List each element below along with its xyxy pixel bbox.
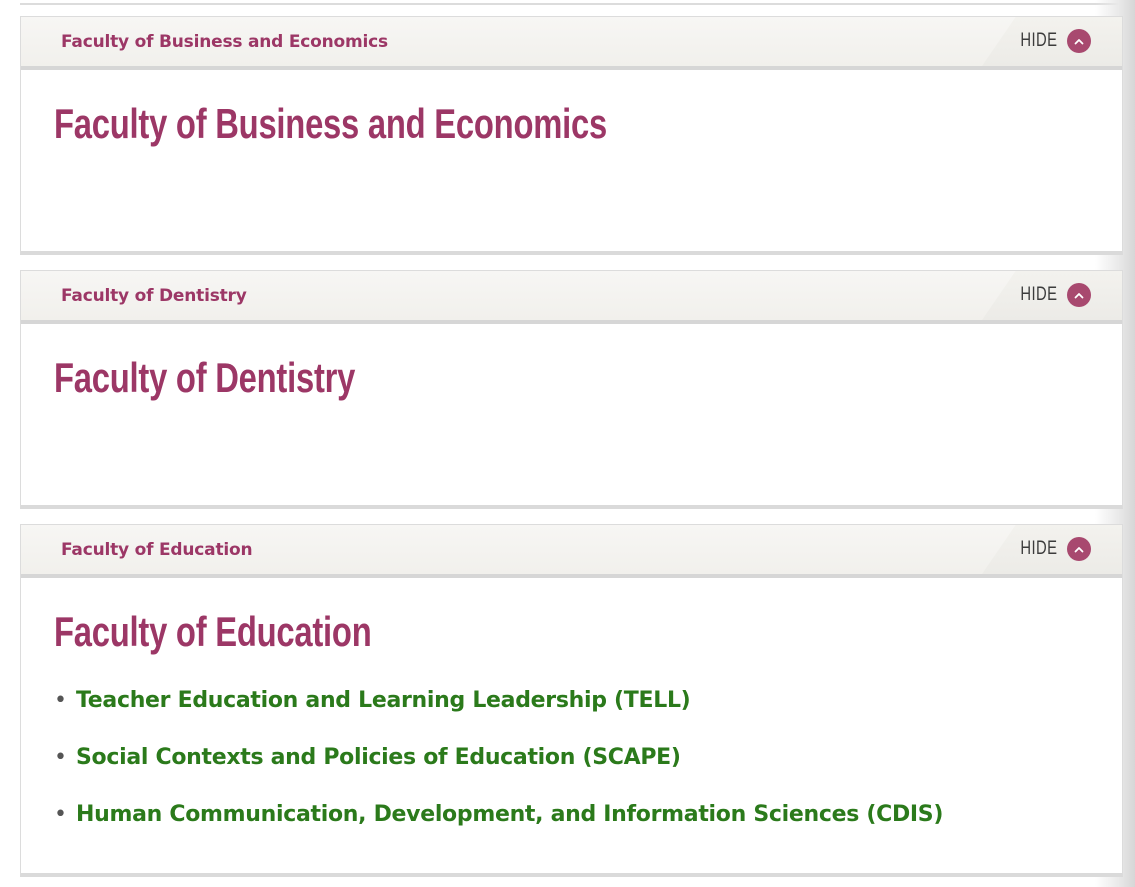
panel-heading: Faculty of Dentistry [54,354,356,401]
panel-header-title[interactable]: Faculty of Dentistry [61,286,247,306]
program-link-scape[interactable]: Social Contexts and Policies of Educatio… [76,743,681,773]
previous-panel-edge [20,0,1123,5]
program-link-cdis[interactable]: Human Communication, Development, and In… [76,800,943,830]
hide-label[interactable]: HIDE [1020,538,1057,560]
panel-header-title[interactable]: Faculty of Business and Economics [61,32,388,52]
list-item: • Teacher Education and Learning Leaders… [54,686,943,743]
chevron-up-icon[interactable] [1067,29,1091,53]
page: Faculty of Business and Economics HIDE F… [0,0,1135,887]
panel-header[interactable]: Faculty of Education HIDE [21,525,1122,578]
hide-toggle[interactable]: HIDE [1010,537,1091,561]
list-item: • Social Contexts and Policies of Educat… [54,743,943,800]
panel-header-title[interactable]: Faculty of Education [61,540,253,560]
chevron-up-icon[interactable] [1067,283,1091,307]
hide-toggle[interactable]: HIDE [1010,29,1091,53]
bullet: • [54,745,67,770]
panel-dentistry: Faculty of Dentistry HIDE Faculty of Den… [20,270,1123,509]
panel-heading: Faculty of Education [54,608,372,655]
hide-toggle[interactable]: HIDE [1010,283,1091,307]
hide-label[interactable]: HIDE [1020,30,1057,52]
program-link-list: • Teacher Education and Learning Leaders… [54,686,943,857]
list-item: • Human Communication, Development, and … [54,800,943,857]
panel-business-economics: Faculty of Business and Economics HIDE F… [20,16,1123,255]
panel-header[interactable]: Faculty of Business and Economics HIDE [21,17,1122,70]
panel-heading: Faculty of Business and Economics [54,100,607,147]
chevron-up-icon[interactable] [1067,537,1091,561]
program-link-tell[interactable]: Teacher Education and Learning Leadershi… [76,686,691,716]
hide-label[interactable]: HIDE [1020,284,1057,306]
panel-education: Faculty of Education HIDE Faculty of Edu… [20,524,1123,877]
panel-header[interactable]: Faculty of Dentistry HIDE [21,271,1122,324]
bullet: • [54,688,67,713]
bullet: • [54,802,67,827]
